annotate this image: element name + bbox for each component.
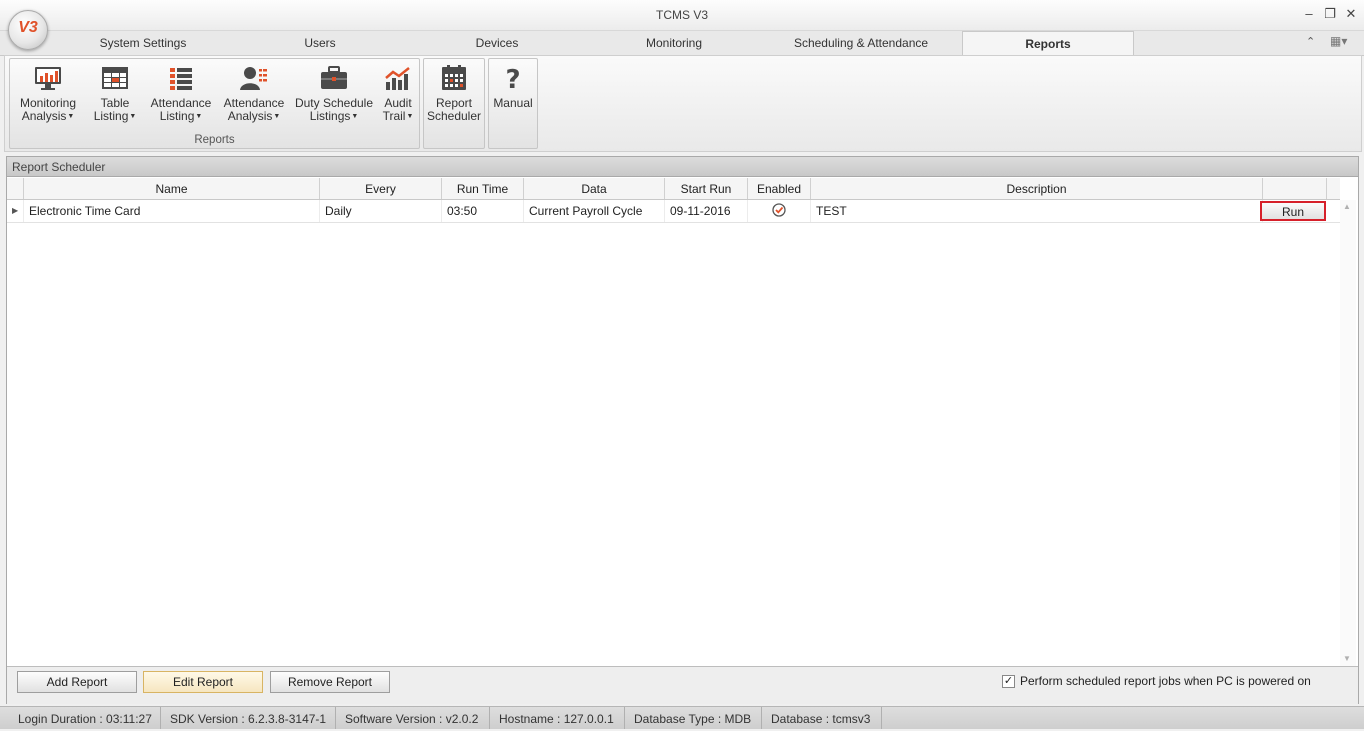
tab-monitoring[interactable]: Monitoring bbox=[589, 31, 759, 55]
list-icon bbox=[170, 68, 192, 90]
dropdown-arrow-icon: ▼ bbox=[67, 113, 75, 120]
panel-title: Report Scheduler bbox=[7, 157, 1358, 177]
run-button[interactable]: Run bbox=[1260, 201, 1326, 221]
vertical-scrollbar[interactable]: ▲ ▼ bbox=[1340, 200, 1356, 666]
enabled-check-icon bbox=[772, 203, 786, 217]
manual-group: ? Manual bbox=[488, 58, 538, 149]
reports-group-label: Reports bbox=[194, 134, 235, 146]
column-header-data[interactable]: Data bbox=[524, 178, 665, 199]
status-bar: Login Duration : 03:11:27 SDK Version : … bbox=[0, 706, 1364, 729]
cell-enabled[interactable] bbox=[748, 200, 811, 222]
grid-header: Name Every Run Time Data Start Run Enabl… bbox=[7, 178, 1340, 200]
logo-text: V3 bbox=[18, 19, 38, 36]
manual-label: Manual bbox=[493, 96, 533, 110]
status-database: Database : tcmsv3 bbox=[762, 707, 882, 729]
cell-run-time[interactable]: 03:50 bbox=[442, 200, 524, 222]
scheduler-group: Report Scheduler bbox=[423, 58, 485, 149]
scroll-down-icon[interactable]: ▼ bbox=[1343, 654, 1351, 663]
title-bar: TCMS V3 – ❐ ✕ bbox=[0, 0, 1364, 31]
edit-report-button[interactable]: Edit Report bbox=[143, 671, 263, 693]
report-scheduler-button[interactable]: Report Scheduler bbox=[426, 65, 482, 123]
table-row[interactable]: ▶ Electronic Time Card Daily 03:50 Curre… bbox=[7, 200, 1340, 223]
scroll-up-icon[interactable]: ▲ bbox=[1343, 202, 1351, 211]
cell-start-run[interactable]: 09-11-2016 bbox=[665, 200, 748, 222]
restore-button[interactable]: ❐ bbox=[1321, 5, 1339, 23]
monitor-chart-icon bbox=[35, 67, 61, 90]
report-scheduler-panel: Report Scheduler Name Every Run Time Dat… bbox=[6, 156, 1359, 704]
audit-trail-button[interactable]: Audit Trail▼ bbox=[380, 65, 416, 123]
column-header-every[interactable]: Every bbox=[320, 178, 442, 199]
status-software-version: Software Version : v2.0.2 bbox=[336, 707, 490, 729]
cell-every[interactable]: Daily bbox=[320, 200, 442, 222]
tab-users[interactable]: Users bbox=[235, 31, 405, 55]
minimize-button[interactable]: – bbox=[1300, 5, 1318, 23]
duty-schedule-listings-button[interactable]: Duty Schedule Listings▼ bbox=[294, 65, 374, 123]
add-report-button[interactable]: Add Report bbox=[17, 671, 137, 693]
dropdown-arrow-icon: ▼ bbox=[351, 113, 359, 120]
status-sdk-version: SDK Version : 6.2.3.8-3147-1 bbox=[161, 707, 336, 729]
dropdown-arrow-icon: ▼ bbox=[406, 113, 414, 120]
column-header-run-time[interactable]: Run Time bbox=[442, 178, 524, 199]
ribbon: Monitoring Analysis▼ Table Listing▼ Atte… bbox=[4, 55, 1362, 152]
column-header-start-run[interactable]: Start Run bbox=[665, 178, 748, 199]
attendance-analysis-button[interactable]: Attendance Analysis▼ bbox=[220, 65, 288, 123]
cell-description[interactable]: TEST bbox=[811, 200, 1263, 222]
monitoring-analysis-button[interactable]: Monitoring Analysis▼ bbox=[14, 65, 82, 123]
scheduled-jobs-checkbox[interactable]: ✓ bbox=[1002, 675, 1015, 688]
attendance-listing-button[interactable]: Attendance Listing▼ bbox=[148, 65, 214, 123]
column-header-description[interactable]: Description bbox=[811, 178, 1263, 199]
table-icon bbox=[102, 67, 128, 89]
status-hostname: Hostname : 127.0.0.1 bbox=[490, 707, 625, 729]
table-listing-label-2: Listing bbox=[93, 109, 129, 123]
status-database-type: Database Type : MDB bbox=[625, 707, 762, 729]
window-title: TCMS V3 bbox=[655, 8, 708, 22]
briefcase-icon bbox=[321, 66, 347, 89]
cell-name[interactable]: Electronic Time Card bbox=[24, 200, 320, 222]
ribbon-tabs: System Settings Users Devices Monitoring… bbox=[0, 31, 1364, 57]
row-indicator-header bbox=[7, 178, 24, 199]
table-listing-button[interactable]: Table Listing▼ bbox=[88, 65, 142, 123]
collapse-ribbon-icon[interactable]: ⌃ bbox=[1306, 35, 1315, 48]
panel-footer: Add Report Edit Report Remove Report ✓ P… bbox=[7, 666, 1358, 704]
tab-reports[interactable]: Reports bbox=[962, 31, 1134, 57]
dropdown-arrow-icon: ▼ bbox=[129, 113, 137, 120]
tab-devices[interactable]: Devices bbox=[412, 31, 582, 55]
attendance-analysis-label-2: Analysis bbox=[227, 109, 273, 123]
row-indicator-icon: ▶ bbox=[7, 200, 24, 222]
tab-system-settings[interactable]: System Settings bbox=[58, 31, 228, 55]
question-icon: ? bbox=[505, 65, 520, 91]
dropdown-arrow-icon: ▼ bbox=[195, 113, 203, 120]
close-button[interactable]: ✕ bbox=[1342, 5, 1360, 23]
manual-button[interactable]: ? Manual bbox=[491, 65, 535, 110]
remove-report-button[interactable]: Remove Report bbox=[270, 671, 390, 693]
status-login-duration: Login Duration : 03:11:27 bbox=[9, 707, 161, 729]
tab-scheduling-attendance[interactable]: Scheduling & Attendance bbox=[776, 31, 946, 55]
report-scheduler-label-2: Scheduler bbox=[426, 109, 482, 123]
column-header-action bbox=[1263, 178, 1327, 199]
trend-chart-icon bbox=[385, 67, 410, 90]
cell-data[interactable]: Current Payroll Cycle bbox=[524, 200, 665, 222]
attendance-listing-label-2: Listing bbox=[159, 109, 195, 123]
svg-text:?: ? bbox=[505, 65, 520, 91]
user-list-icon bbox=[240, 67, 267, 90]
monitoring-analysis-label-2: Analysis bbox=[21, 109, 67, 123]
scheduled-jobs-label: Perform scheduled report jobs when PC is… bbox=[1020, 674, 1311, 688]
dropdown-arrow-icon: ▼ bbox=[273, 113, 281, 120]
column-header-enabled[interactable]: Enabled bbox=[748, 178, 811, 199]
audit-trail-label-2: Trail bbox=[382, 109, 406, 123]
app-logo[interactable]: V3 bbox=[8, 10, 48, 50]
reports-group: Monitoring Analysis▼ Table Listing▼ Atte… bbox=[9, 58, 420, 149]
calendar-icon bbox=[442, 65, 466, 90]
duty-schedule-label-2: Listings bbox=[309, 109, 351, 123]
layout-menu-icon[interactable]: ▦▾ bbox=[1330, 34, 1347, 48]
column-header-name[interactable]: Name bbox=[24, 178, 320, 199]
